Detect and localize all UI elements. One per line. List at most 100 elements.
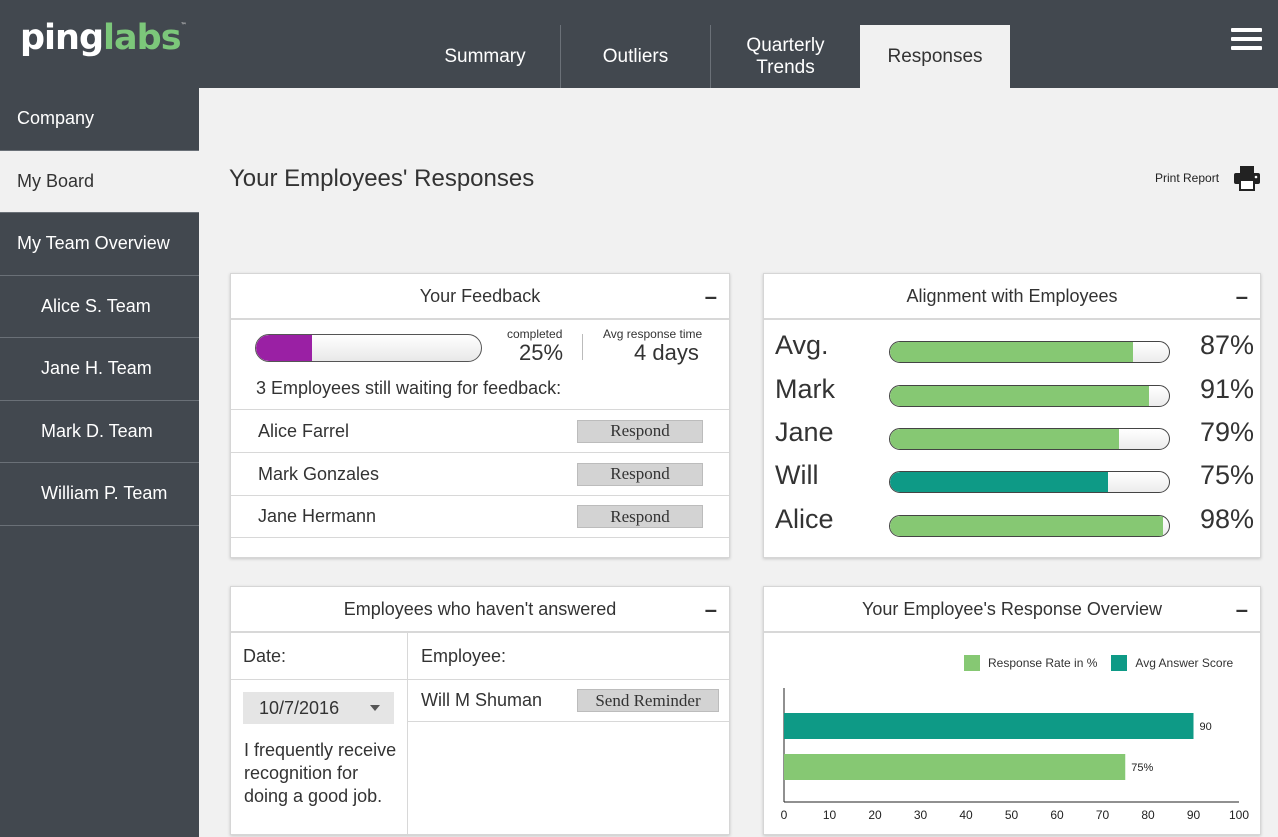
alignment-name: Will (775, 460, 819, 490)
sidebar-item-mark-team[interactable]: Mark D. Team (0, 401, 199, 463)
tab-outliers[interactable]: Outliers (560, 25, 710, 88)
respond-button[interactable]: Respond (577, 462, 703, 486)
tab-quarterly-trends[interactable]: Quarterly Trends (710, 25, 860, 88)
alignment-name: Avg. (775, 330, 829, 360)
list-item: Jane Hermann Respond (231, 495, 729, 538)
your-feedback-title: Your Feedback (419, 285, 541, 306)
tab-responses[interactable]: Responses (860, 25, 1010, 88)
alignment-value: 98% (1199, 504, 1254, 534)
completed-label: completed (507, 327, 563, 341)
alignment-row: Mark 91% (764, 374, 1260, 418)
sidebar: Company My Board My Team Overview Alice … (0, 88, 199, 837)
alignment-bar-fill (890, 516, 1164, 536)
waiting-employee-list: Alice Farrel Respond Mark Gonzales Respo… (231, 409, 729, 538)
employee-name: Will M Shuman (421, 690, 543, 710)
response-overview-chart: Response Rate in % Avg Answer Score 0 10 2… (764, 633, 1260, 834)
collapse-icon[interactable]: – (705, 286, 717, 308)
x-tick-label: 30 (914, 808, 928, 822)
sidebar-item-jane-team[interactable]: Jane H. Team (0, 338, 199, 401)
pinglabs-logo[interactable]: pinglabs™ (20, 18, 187, 58)
response-overview-header: Your Employee's Response Overview – (764, 587, 1260, 633)
chevron-down-icon (370, 705, 380, 711)
main-tabs: Summary Outliers Quarterly Trends Respon… (410, 25, 1010, 88)
x-tick-label: 0 (781, 808, 788, 822)
your-feedback-header: Your Feedback – (231, 274, 729, 320)
alignment-name: Alice (775, 504, 834, 534)
alignment-row: Will 75% (764, 460, 1260, 504)
feedback-progress-fill (256, 335, 313, 361)
collapse-icon[interactable]: – (705, 599, 717, 621)
alignment-bar-fill (890, 386, 1150, 406)
bar-data-label: 75% (1131, 762, 1153, 774)
date-column: Date: 10/7/2016 I frequently receive rec… (231, 633, 408, 834)
alignment-bar-fill (890, 429, 1119, 449)
top-bar: pinglabs™ Summary Outliers Quarterly Tre… (0, 0, 1278, 88)
x-tick-label: 80 (1141, 808, 1155, 822)
alignment-bar (889, 428, 1170, 450)
alignment-row: Alice 98% (764, 504, 1260, 548)
alignment-value: 87% (1199, 330, 1254, 360)
question-text: I frequently receive recognition for doi… (244, 740, 397, 806)
bar (784, 713, 1194, 739)
list-item: Alice Farrel Respond (231, 409, 729, 452)
date-header: Date: (231, 633, 407, 680)
alignment-title: Alignment with Employees (906, 285, 1118, 306)
not-answered-panel: Employees who haven't answered – Date: 1… (230, 586, 730, 835)
x-tick-label: 100 (1229, 808, 1249, 822)
print-report-label: Print Report (1155, 171, 1220, 185)
employee-name: Jane Hermann (258, 506, 377, 526)
not-answered-header: Employees who haven't answered – (231, 587, 729, 633)
alignment-bar-fill (890, 342, 1133, 362)
response-overview-title: Your Employee's Response Overview (862, 598, 1162, 619)
tab-quarterly-trends-label: Quarterly Trends (746, 34, 825, 78)
sidebar-item-alice-team[interactable]: Alice S. Team (0, 276, 199, 338)
page-title: Your Employees' Responses (229, 165, 535, 192)
list-item: Will M Shuman Send Reminder (408, 680, 729, 722)
alignment-row: Jane 79% (764, 417, 1260, 461)
alignment-bar (889, 341, 1170, 363)
bar-data-label: 90 (1200, 721, 1212, 733)
avg-response-time-value: 4 days (634, 340, 699, 365)
x-tick-label: 60 (1050, 808, 1064, 822)
avg-response-time-label: Avg response time (603, 327, 703, 341)
date-select[interactable]: 10/7/2016 (243, 692, 394, 724)
x-tick-label: 10 (823, 808, 837, 822)
not-answered-table: Date: 10/7/2016 I frequently receive rec… (231, 633, 729, 834)
waiting-feedback-text: 3 Employees still waiting for feedback: (256, 378, 562, 398)
alignment-value: 91% (1199, 374, 1254, 404)
bar-chart-svg: 0 10 20 30 40 50 60 70 80 90 100 90 75% (781, 688, 1249, 822)
alignment-name: Mark (775, 374, 835, 404)
response-overview-panel: Your Employee's Response Overview – Resp… (763, 586, 1261, 835)
your-feedback-panel: Your Feedback – completed 25% Avg respon… (230, 273, 730, 558)
stat-divider (582, 334, 583, 360)
alignment-value: 79% (1199, 417, 1254, 447)
logo-text-labs: labs (103, 18, 182, 58)
send-reminder-button[interactable]: Send Reminder (577, 689, 719, 712)
alignment-bar (889, 515, 1170, 537)
alignment-row: Avg. 87% (764, 330, 1260, 374)
x-tick-label: 50 (1005, 808, 1019, 822)
collapse-icon[interactable]: – (1236, 286, 1248, 308)
sidebar-item-my-board[interactable]: My Board (0, 150, 199, 213)
alignment-panel: Alignment with Employees – Avg. 87% Mark… (763, 273, 1261, 558)
sidebar-item-my-team-overview[interactable]: My Team Overview (0, 213, 199, 276)
sidebar-item-william-team[interactable]: William P. Team (0, 463, 199, 526)
respond-button[interactable]: Respond (577, 505, 703, 528)
trademark-mark: ™ (180, 22, 187, 29)
respond-button[interactable]: Respond (577, 419, 703, 443)
tab-summary[interactable]: Summary (410, 25, 560, 88)
date-select-value: 10/7/2016 (259, 697, 340, 718)
sidebar-item-company[interactable]: Company (0, 88, 199, 151)
collapse-icon[interactable]: – (1236, 599, 1248, 621)
x-tick-label: 40 (959, 808, 973, 822)
employee-name: Mark Gonzales (258, 463, 380, 484)
alignment-bar (889, 471, 1170, 493)
employee-column: Employee: Will M Shuman Send Reminder (408, 633, 729, 834)
feedback-progress-bar (255, 334, 482, 362)
x-tick-label: 70 (1096, 808, 1110, 822)
hamburger-line (1231, 37, 1262, 41)
hamburger-line (1231, 28, 1262, 32)
print-report-button[interactable]: Print Report (1155, 165, 1261, 191)
hamburger-menu-icon[interactable] (1231, 28, 1262, 50)
employee-header: Employee: (408, 633, 729, 680)
